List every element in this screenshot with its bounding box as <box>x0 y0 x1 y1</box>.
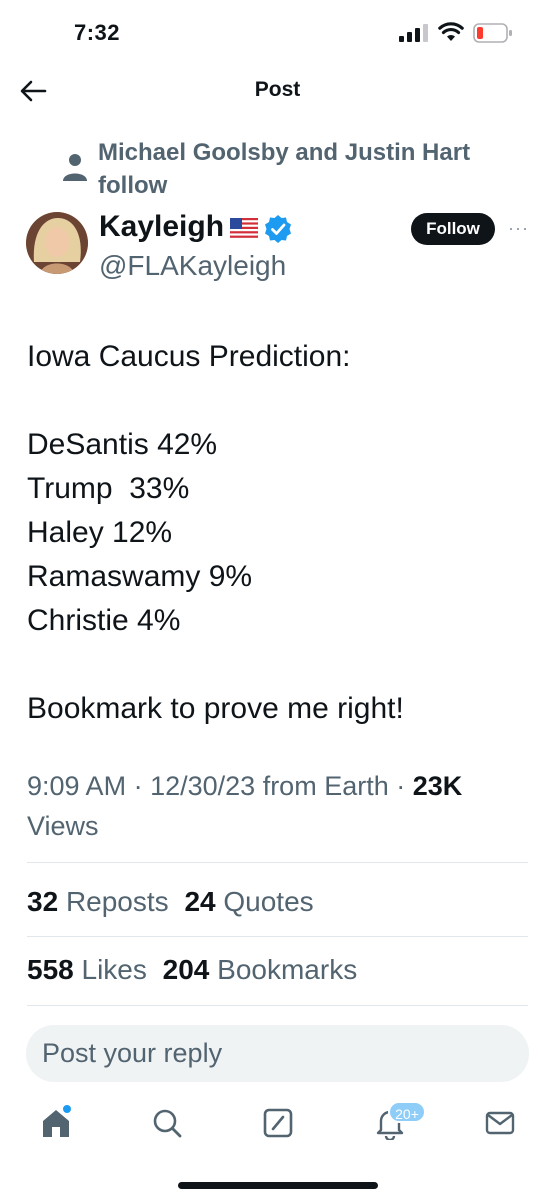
stats-row-reposts: 32 Reposts 24 Quotes <box>27 886 322 918</box>
nav-bar: Post <box>0 60 555 120</box>
tweet-source: from Earth <box>262 771 389 801</box>
tweet-line: Bookmark to prove me right! <box>27 692 404 725</box>
tweet-meta: 9:09 AM · 12/30/23 from Earth · 23K View… <box>27 771 463 841</box>
cellular-signal-icon <box>399 24 428 42</box>
tweet-line <box>27 379 537 423</box>
likes-stat[interactable]: 558 Likes <box>27 954 147 985</box>
divider <box>27 936 528 937</box>
reposts-stat[interactable]: 32 Reposts <box>27 886 169 917</box>
status-bar: 7:32 <box>0 0 555 60</box>
compose-icon[interactable] <box>261 1106 295 1140</box>
likes-label: Likes <box>81 954 147 985</box>
bookmarks-count: 204 <box>162 954 210 985</box>
author-handle[interactable]: @FLAKayleigh <box>99 250 286 282</box>
reply-input[interactable]: Post your reply <box>26 1025 529 1082</box>
quotes-count: 24 <box>184 886 216 917</box>
reposts-count: 32 <box>27 886 59 917</box>
tweet-line: Iowa Caucus Prediction: <box>27 340 351 373</box>
views-count: 23K <box>412 771 463 801</box>
stats-row-likes: 558 Likes 204 Bookmarks <box>27 954 365 986</box>
wifi-icon <box>438 22 464 41</box>
author-name[interactable]: Kayleigh <box>99 210 224 244</box>
tweet-line: Ramaswamy 9% <box>27 560 253 593</box>
tweet-time[interactable]: 9:09 AM <box>27 771 126 801</box>
search-icon[interactable] <box>150 1106 184 1140</box>
messages-icon[interactable] <box>483 1106 517 1140</box>
tweet-line: DeSantis 42% <box>27 428 218 461</box>
battery-icon <box>473 23 512 43</box>
divider <box>27 862 528 863</box>
bookmarks-label: Bookmarks <box>217 954 358 985</box>
tweet-line <box>27 643 537 687</box>
verified-badge-icon[interactable] <box>263 214 293 244</box>
us-flag-icon <box>230 218 258 238</box>
home-indicator <box>178 1182 378 1189</box>
bookmarks-stat[interactable]: 204 Bookmarks <box>163 954 358 985</box>
notifications-badge: 20+ <box>388 1101 426 1123</box>
social-context-text: Michael Goolsby and Justin Hart follow <box>98 139 471 199</box>
tweet-date[interactable]: 12/30/23 <box>150 771 255 801</box>
status-time: 7:32 <box>74 20 121 45</box>
tweet-text: Iowa Caucus Prediction: DeSantis 42% Tru… <box>27 335 537 731</box>
follow-button[interactable]: Follow <box>411 213 495 245</box>
divider <box>27 1005 528 1006</box>
tweet-line: Haley 12% <box>27 516 173 549</box>
quotes-label: Quotes <box>223 886 314 917</box>
tweet-line: Christie 4% <box>27 604 181 637</box>
tweet-line: Trump 33% <box>27 472 190 505</box>
reposts-label: Reposts <box>65 886 169 917</box>
avatar[interactable] <box>26 212 88 274</box>
avatar-photo <box>26 212 88 274</box>
views-label: Views <box>27 811 99 841</box>
quotes-stat[interactable]: 24 Quotes <box>184 886 313 917</box>
more-options-icon[interactable]: ··· <box>508 218 530 240</box>
page-title: Post <box>254 78 301 101</box>
home-unread-dot <box>63 1105 71 1113</box>
person-icon <box>63 154 87 181</box>
likes-count: 558 <box>27 954 74 985</box>
